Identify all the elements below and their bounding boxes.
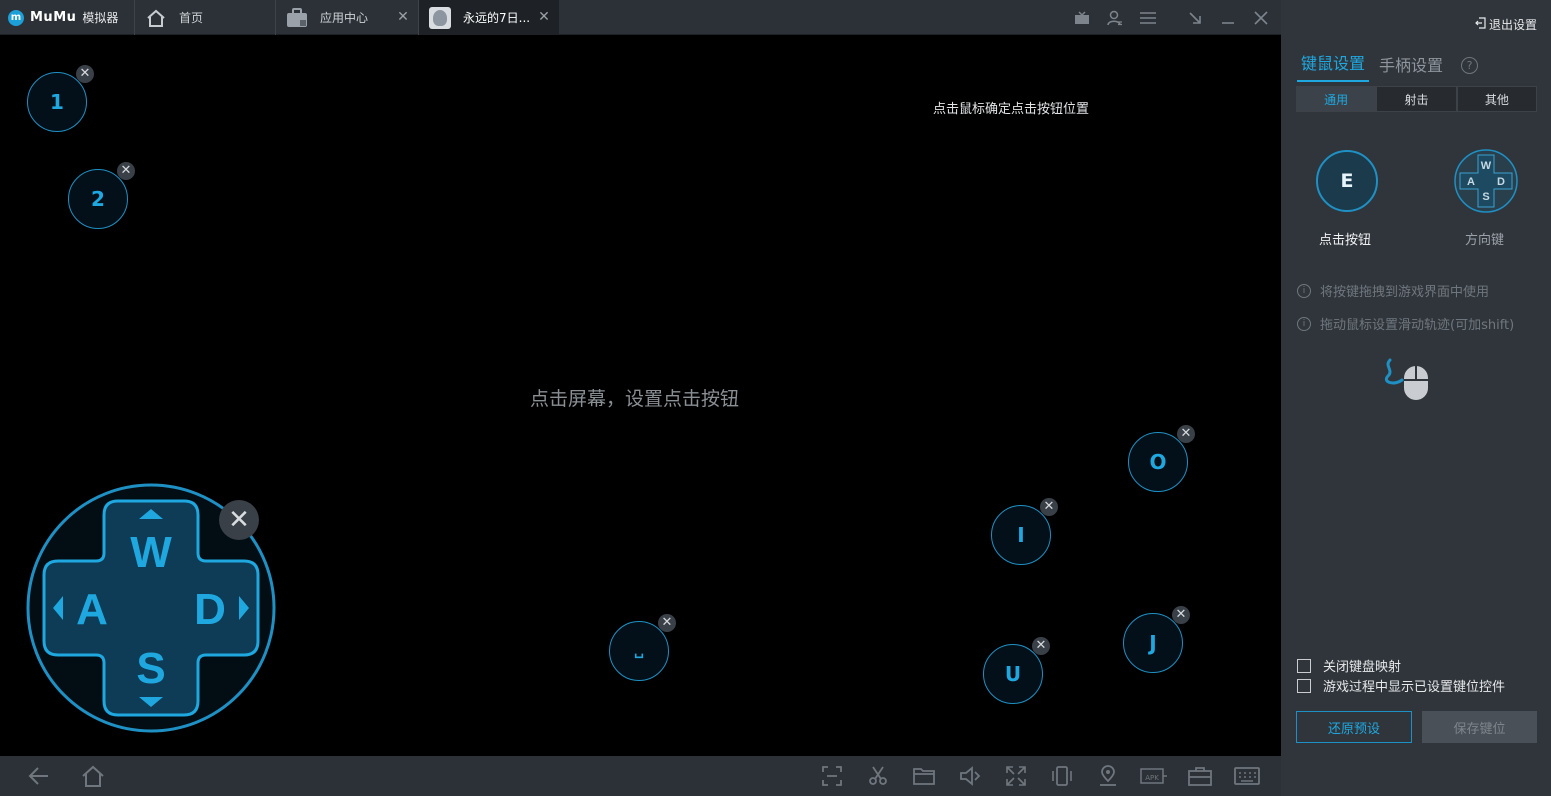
center-hint: 点击屏幕，设置点击按钮 — [530, 388, 740, 410]
close-icon[interactable]: ✕ — [396, 10, 410, 24]
exit-label: 退出设置 — [1488, 18, 1537, 32]
dir-right-label: D — [1497, 176, 1505, 188]
title-bar: m MuMu 模拟器 首页 应用中心 ✕ 永远的7日... ✕ — [0, 0, 1281, 35]
key-button-j[interactable]: J ✕ — [1123, 606, 1190, 673]
key-mapping-panel: 退出设置 键鼠设置 手柄设置 ? 通用 射击 其他 E W A D S 点击按钮… — [1281, 0, 1551, 796]
mouse-swipe-icon — [1385, 358, 1428, 400]
info-swipe-track: i 拖动鼠标设置滑动轨迹(可加shift) — [1297, 314, 1514, 333]
info-icon: i — [1297, 316, 1311, 331]
tab-home[interactable]: 首页 — [134, 0, 275, 35]
subtab-other[interactable]: 其他 — [1456, 86, 1537, 112]
checkbox[interactable] — [1297, 678, 1311, 693]
key-button-space[interactable]: ␣ ✕ — [609, 614, 676, 681]
location-icon[interactable] — [1096, 764, 1120, 788]
scissors-icon[interactable] — [866, 764, 890, 788]
tab-gamepad[interactable]: 手柄设置 — [1375, 52, 1447, 82]
menu-icon[interactable] — [1131, 0, 1165, 35]
game-thumbnail-icon — [429, 6, 451, 29]
home-icon[interactable] — [81, 764, 105, 788]
key-label: 2 — [91, 187, 105, 211]
tv-icon[interactable] — [1065, 0, 1099, 35]
close-window-icon[interactable] — [1244, 0, 1278, 35]
tab-label: 应用中心 — [320, 11, 369, 25]
close-icon[interactable]: ✕ — [537, 10, 551, 24]
screenshot-frame-icon[interactable] — [820, 764, 844, 788]
logo-subtitle: 模拟器 — [82, 11, 119, 25]
key-button-o[interactable]: O ✕ — [1128, 425, 1195, 492]
placement-hint: 点击鼠标确定点击按钮位置 — [933, 102, 1090, 117]
checkbox-label: 游戏过程中显示已设置键位控件 — [1323, 680, 1506, 695]
click-key-control[interactable]: E — [1316, 150, 1378, 212]
key-button-u[interactable]: U ✕ — [983, 637, 1050, 704]
dir-up-label: W — [1481, 160, 1492, 172]
remove-key-icon[interactable]: ✕ — [117, 162, 135, 180]
remove-key-icon[interactable]: ✕ — [1177, 425, 1195, 443]
remove-key-icon[interactable]: ✕ — [1172, 606, 1190, 624]
remove-key-icon[interactable]: ✕ — [76, 65, 94, 83]
app-store-icon — [286, 7, 308, 29]
svg-text:APK: APK — [1145, 774, 1159, 782]
logo-text: MuMu — [30, 10, 77, 25]
checkbox[interactable] — [1297, 658, 1311, 673]
toolbox-icon[interactable] — [1188, 764, 1212, 788]
fullscreen-icon[interactable] — [1004, 764, 1028, 788]
volume-icon[interactable] — [958, 764, 982, 788]
apk-install-icon[interactable]: APK — [1140, 764, 1168, 788]
keyboard-icon[interactable] — [1234, 764, 1260, 788]
info-text: 将按键拖拽到游戏界面中使用 — [1320, 285, 1490, 300]
key-button-2[interactable]: 2 ✕ — [68, 162, 135, 229]
tab-label: 永远的7日... — [463, 11, 531, 25]
click-button-label: 点击按钮 — [1319, 233, 1372, 248]
exit-settings-button[interactable]: 退出设置 — [1475, 16, 1537, 33]
remove-key-icon[interactable]: ✕ — [1032, 637, 1050, 655]
key-label: 1 — [50, 90, 64, 114]
home-icon — [145, 7, 167, 29]
dpad-down-label: S — [136, 644, 165, 693]
minimize-icon[interactable] — [1211, 0, 1245, 35]
direction-key-label: 方向键 — [1465, 233, 1505, 248]
tab-game[interactable]: 永远的7日... ✕ — [418, 0, 559, 35]
mumu-logo-icon: m — [8, 9, 24, 26]
save-keys-button[interactable]: 保存键位 — [1422, 711, 1537, 743]
key-label: U — [1004, 662, 1022, 686]
key-label: O — [1149, 450, 1167, 474]
settings-tabs: 键鼠设置 手柄设置 ? — [1297, 50, 1479, 82]
info-icon: i — [1297, 283, 1311, 298]
subtab-shooting[interactable]: 射击 — [1376, 86, 1457, 112]
remove-key-icon[interactable]: ✕ — [658, 614, 676, 632]
remove-key-icon[interactable]: ✕ — [1040, 498, 1058, 516]
dpad-up-label: W — [130, 528, 172, 577]
key-button-1[interactable]: 1 ✕ — [27, 65, 94, 132]
help-icon[interactable]: ? — [1461, 57, 1479, 74]
key-label: I — [1017, 523, 1025, 547]
checkbox-label: 关闭键盘映射 — [1323, 660, 1402, 675]
checkbox-disable-mapping[interactable]: 关闭键盘映射 — [1297, 656, 1401, 675]
bottom-toolbar: APK — [0, 756, 1281, 796]
info-drag-keys: i 将按键拖拽到游戏界面中使用 — [1297, 281, 1489, 300]
subtab-general[interactable]: 通用 — [1296, 86, 1377, 112]
app-logo: m MuMu 模拟器 — [8, 0, 118, 35]
checkbox-show-controls[interactable]: 游戏过程中显示已设置键位控件 — [1297, 676, 1505, 695]
dir-left-label: A — [1467, 176, 1475, 188]
exit-icon — [1475, 17, 1486, 32]
key-label: J — [1149, 631, 1157, 655]
folder-icon[interactable] — [912, 764, 936, 788]
back-icon[interactable] — [27, 764, 51, 788]
user-settings-icon[interactable] — [1098, 0, 1132, 35]
restore-defaults-button[interactable]: 还原预设 — [1296, 711, 1412, 743]
remove-dpad-icon[interactable]: ✕ — [219, 500, 259, 540]
key-button-i[interactable]: I ✕ — [991, 498, 1058, 565]
mode-subtabs: 通用 射击 其他 — [1296, 86, 1537, 112]
tab-app-center[interactable]: 应用中心 ✕ — [275, 0, 418, 35]
tab-keyboard-mouse[interactable]: 键鼠设置 — [1297, 50, 1370, 82]
tab-label: 首页 — [179, 11, 204, 25]
key-label: ␣ — [633, 643, 645, 659]
restore-window-icon[interactable] — [1178, 0, 1212, 35]
direction-key-control[interactable]: W A D S — [1453, 148, 1519, 214]
info-text: 拖动鼠标设置滑动轨迹(可加shift) — [1320, 318, 1515, 333]
dpad-right-label: D — [194, 585, 226, 634]
shake-icon[interactable] — [1050, 764, 1074, 788]
dpad-left-label: A — [76, 585, 108, 634]
dir-down-label: S — [1482, 191, 1489, 203]
